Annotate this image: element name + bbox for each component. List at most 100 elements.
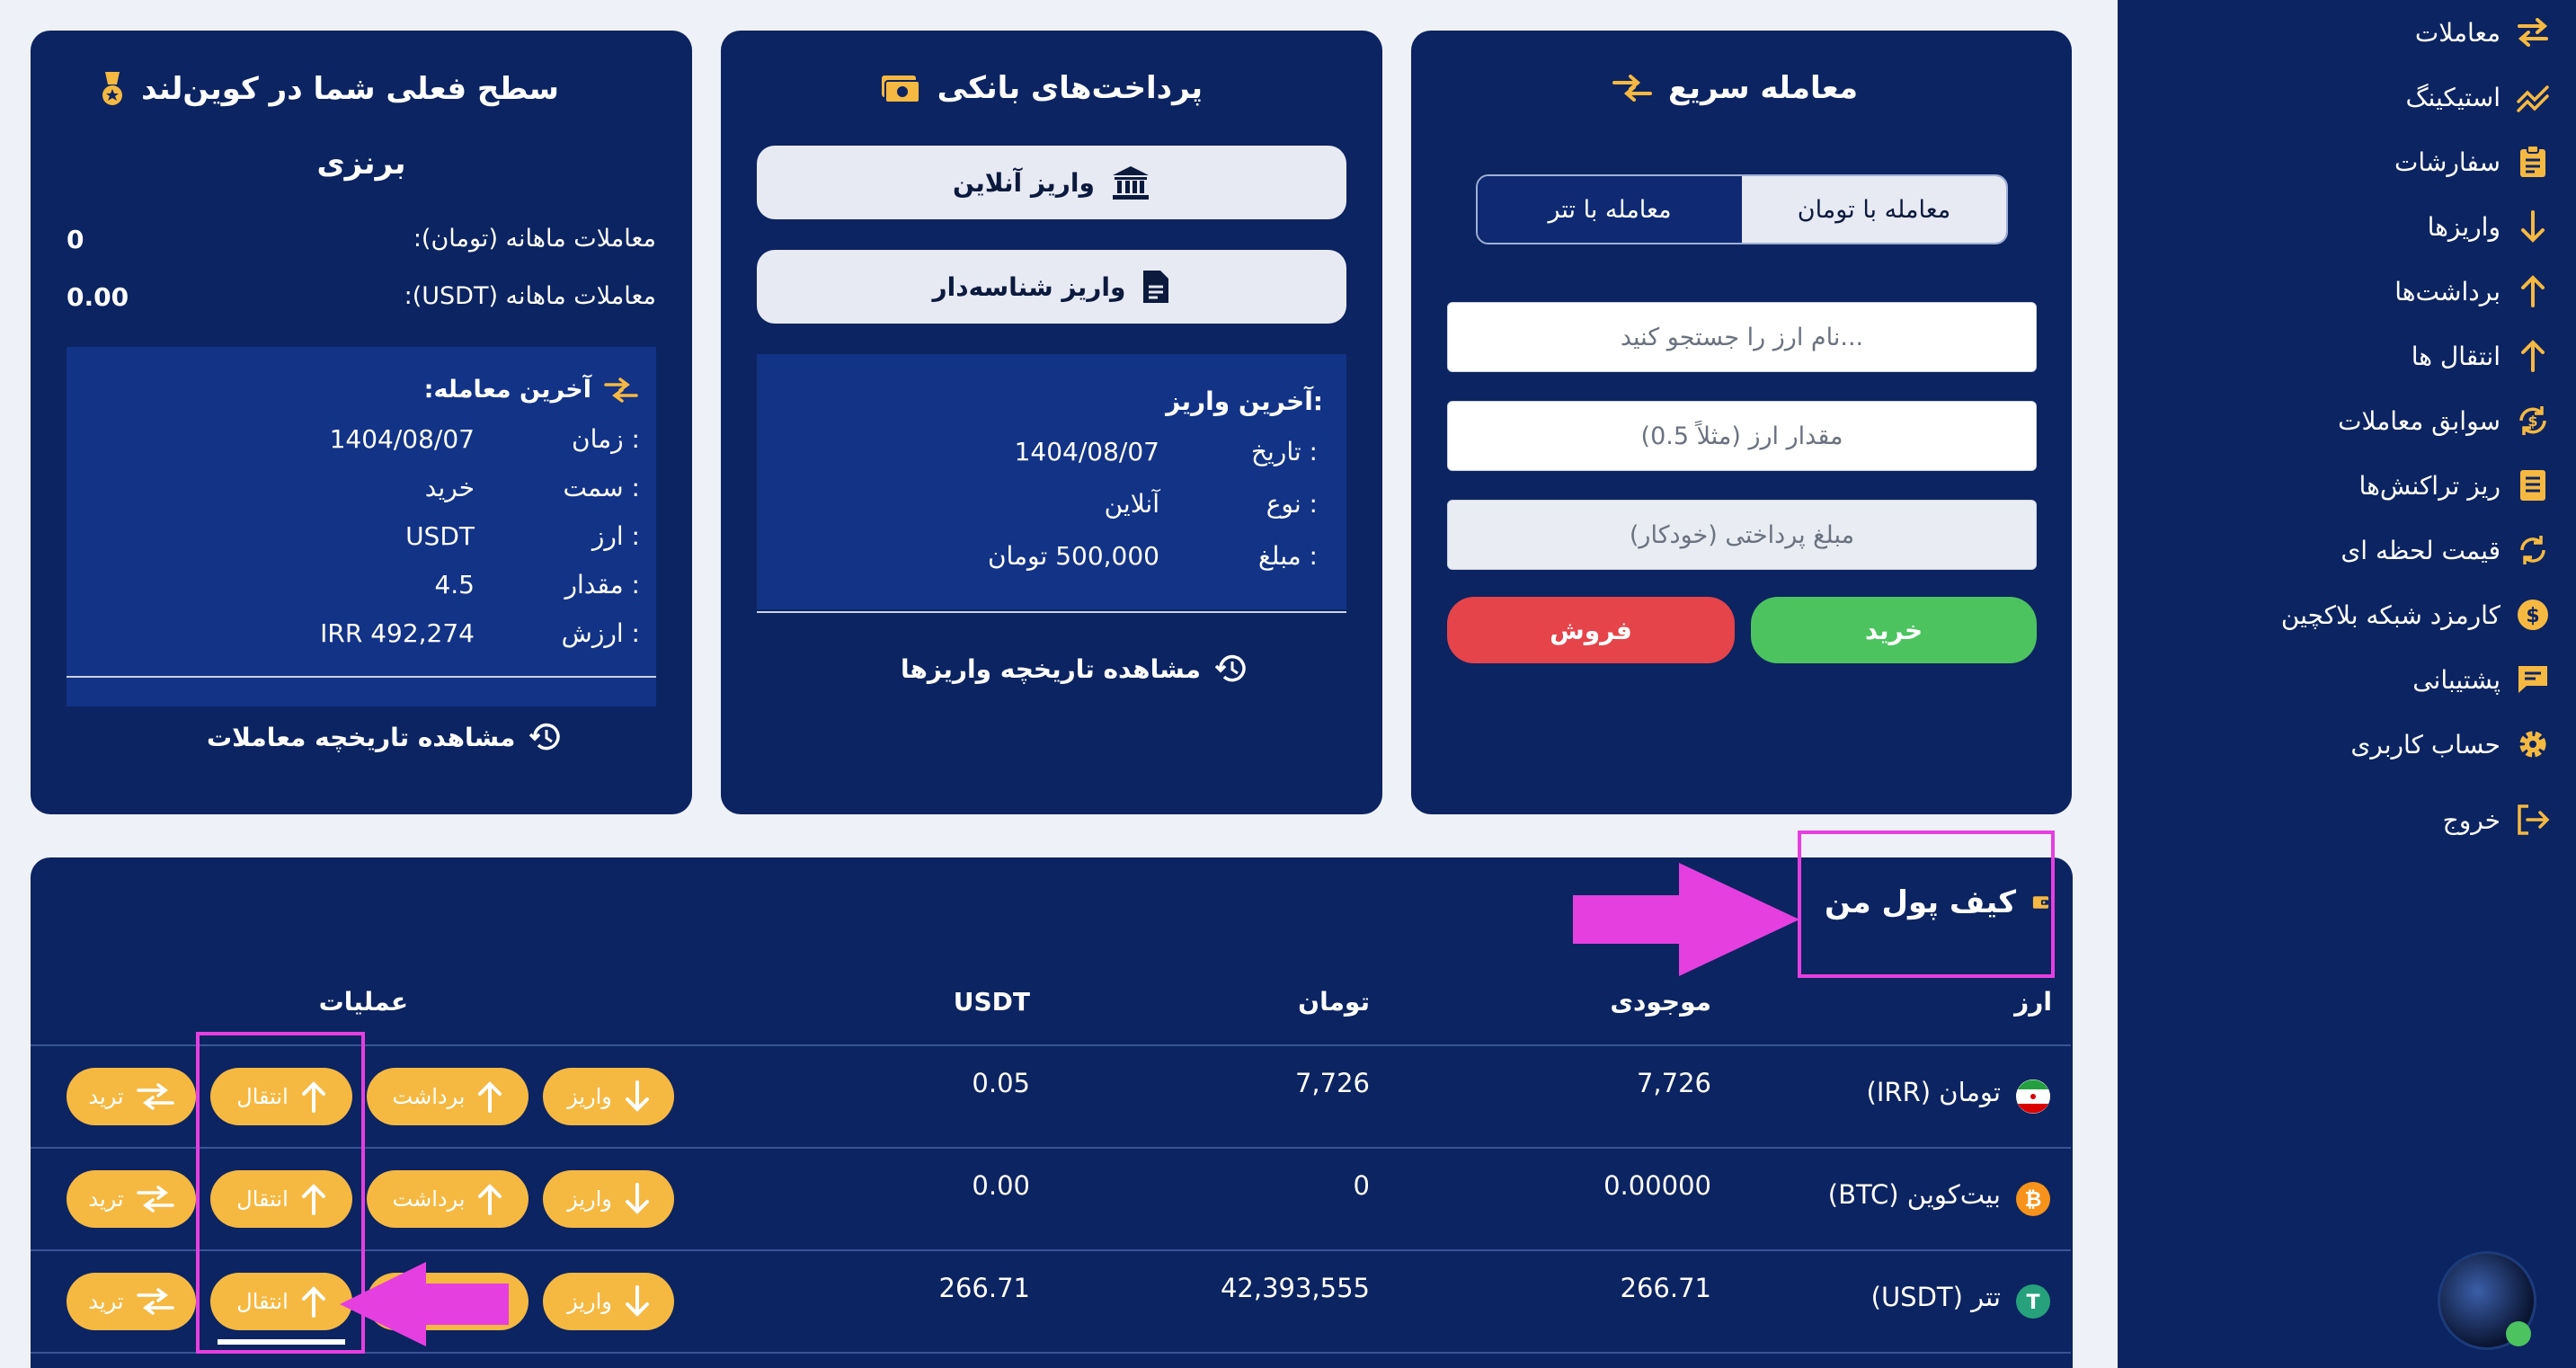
- sidebar-item-live-price[interactable]: قیمت لحظه ای: [2341, 530, 2551, 570]
- last-trade-box: آخرین معامله: زمان : 1404/08/07 سمت : خر…: [67, 347, 656, 706]
- last-deposit-box: آخرین واریز: تاریخ : 1404/08/07 نوع : آن…: [757, 354, 1346, 609]
- svg-text:T: T: [2026, 1292, 2039, 1314]
- toman-value: 0: [1353, 1170, 1370, 1201]
- gear-icon: [2515, 726, 2551, 762]
- deposit-button[interactable]: واریز: [543, 1170, 674, 1228]
- coin-search-input[interactable]: نام ارز را جستجو کنید...: [1447, 302, 2037, 372]
- withdraw-button[interactable]: برداشت: [367, 1068, 529, 1125]
- sidebar-item-trade-history[interactable]: $ سوابق معاملات: [2338, 401, 2551, 440]
- deposit-date-label: تاریخ :: [1250, 437, 1318, 466]
- amount-input[interactable]: مقدار ارز (مثلاً 0.5): [1447, 401, 2037, 471]
- sidebar-item-label: سفارشات: [2394, 147, 2500, 177]
- last-deposit-title: آخرین واریز:: [1166, 386, 1323, 416]
- sidebar-item-orders[interactable]: سفارشات: [2394, 142, 2551, 182]
- trade-worth-value: IRR 492,274: [320, 618, 475, 648]
- list-icon: [2515, 467, 2551, 503]
- trend-icon: [2515, 79, 2551, 115]
- svg-text:$: $: [2527, 413, 2537, 430]
- trade-time-value: 1404/08/07: [329, 424, 475, 454]
- coin-icon: $: [2515, 597, 2551, 633]
- history-icon: [1214, 654, 1246, 682]
- logout-icon: [2515, 802, 2551, 838]
- toman-value: 7,726: [1294, 1068, 1370, 1098]
- sidebar-item-transactions[interactable]: ریز تراکنش‌ها: [2359, 466, 2551, 505]
- sidebar-item-label: پشتیبانی: [2412, 664, 2500, 695]
- focus-underline: [218, 1339, 345, 1345]
- trade-button[interactable]: ترید: [67, 1170, 196, 1228]
- header-currency: ارز: [2014, 987, 2052, 1017]
- level-name: برنزی: [316, 146, 406, 182]
- balance-value: 0.00000: [1603, 1170, 1711, 1201]
- currency-name: تومان (IRR): [1866, 1077, 2001, 1107]
- withdraw-button[interactable]: برداشت: [367, 1170, 529, 1228]
- trade-time-label: زمان :: [572, 424, 640, 454]
- level-header: سطح فعلی شما در کوین‌لند: [100, 70, 559, 108]
- chat-icon: [2515, 662, 2551, 697]
- monthly-toman-value: 0: [67, 225, 84, 254]
- online-status-dot: [2506, 1321, 2531, 1346]
- sidebar-item-staking[interactable]: استیکینگ: [2405, 77, 2551, 117]
- sidebar-item-transfers[interactable]: انتقال ها: [2412, 336, 2551, 376]
- trade-side-label: سمت :: [563, 473, 641, 502]
- header-balance: موجودی: [1610, 987, 1711, 1017]
- clipboard-icon: [2515, 144, 2551, 180]
- header-toman: تومان: [1298, 987, 1370, 1017]
- tab-tether[interactable]: معامله با تتر: [1478, 176, 1742, 243]
- id-deposit-label: واریز شناسه‌دار: [932, 271, 1126, 302]
- sidebar-item-label: ریز تراکنش‌ها: [2358, 470, 2500, 501]
- buy-button[interactable]: خرید: [1751, 597, 2037, 663]
- swap-icon: [136, 1083, 174, 1110]
- sidebar-item-logout[interactable]: خروج: [2443, 800, 2551, 839]
- sidebar-item-network-fee[interactable]: $ کارمزد شبکه بلاکچین: [2281, 595, 2551, 635]
- deposit-button[interactable]: واریز: [543, 1068, 674, 1125]
- arrow-down-icon: [2515, 209, 2551, 244]
- usdt-value: 0.05: [972, 1068, 1030, 1098]
- arrow-down-icon: [625, 1080, 649, 1112]
- currency-mode-tabs: معامله با تتر معامله با تومان: [1476, 174, 2008, 244]
- header-operations: عملیات: [318, 987, 408, 1017]
- arrow-up-icon: [478, 1184, 502, 1215]
- deposit-label: واریز: [567, 1186, 612, 1212]
- quick-trade-header: معامله سریع: [1612, 70, 1858, 106]
- deposit-button[interactable]: واریز: [543, 1273, 674, 1330]
- withdraw-label: برداشت: [392, 1186, 466, 1212]
- usdt-value: 266.71: [938, 1273, 1030, 1303]
- trade-side-value: خرید: [424, 473, 475, 502]
- deposit-history-link[interactable]: مشاهده تاریخچه واریزها: [901, 651, 1249, 687]
- trade-label: ترید: [88, 1289, 124, 1314]
- arrow-up-icon: [2515, 273, 2551, 309]
- sidebar-item-trades[interactable]: معاملات: [2415, 13, 2551, 52]
- tab-toman[interactable]: معامله با تومان: [1742, 176, 2006, 243]
- bank-icon: [1112, 166, 1149, 200]
- sell-button[interactable]: فروش: [1447, 597, 1735, 663]
- payment-amount-field: مبلغ پرداختی (خودکار): [1447, 500, 2037, 570]
- bitcoin-icon: ₿: [2015, 1181, 2051, 1221]
- trade-button[interactable]: ترید: [67, 1273, 196, 1330]
- trade-currency-label: ارز :: [591, 521, 640, 551]
- monthly-usdt-label: معاملات ماهانه (USDT):: [404, 282, 656, 310]
- sidebar-item-label: استیکینگ: [2405, 82, 2500, 112]
- sidebar-item-label: برداشت‌ها: [2394, 276, 2500, 306]
- sidebar-item-label: واریزها: [2427, 211, 2500, 242]
- balance-value: 7,726: [1636, 1068, 1711, 1098]
- sidebar-item-support[interactable]: پشتیبانی: [2412, 660, 2551, 699]
- swap-icon: [1612, 75, 1653, 102]
- sidebar-item-withdrawals[interactable]: برداشت‌ها: [2394, 271, 2551, 311]
- quick-trade-card: معامله سریع معامله با تتر معامله با توما…: [1411, 31, 2072, 814]
- header-usdt: USDT: [953, 987, 1030, 1017]
- currency-name: تتر (USDT): [1870, 1282, 2001, 1312]
- swap-icon: [136, 1288, 174, 1315]
- id-deposit-button[interactable]: واریز شناسه‌دار: [757, 250, 1346, 324]
- svg-text:₿: ₿: [2025, 1188, 2042, 1212]
- bank-header: پرداخت‌های بانکی: [880, 70, 1203, 106]
- online-deposit-button[interactable]: واریز آنلاین: [757, 146, 1346, 219]
- sidebar-item-deposits[interactable]: واریزها: [2428, 207, 2551, 246]
- sidebar-item-account[interactable]: حساب کاربری: [2350, 724, 2551, 764]
- trade-history-link[interactable]: مشاهده تاریخچه معاملات: [207, 719, 564, 755]
- trade-qty-value: 4.5: [434, 570, 475, 600]
- swap-icon: [604, 377, 638, 403]
- trade-button[interactable]: ترید: [67, 1068, 196, 1125]
- deposit-label: واریز: [567, 1289, 612, 1314]
- sidebar-item-label: قیمت لحظه ای: [2341, 535, 2500, 565]
- user-level-card: سطح فعلی شما در کوین‌لند برنزی معاملات م…: [31, 31, 692, 814]
